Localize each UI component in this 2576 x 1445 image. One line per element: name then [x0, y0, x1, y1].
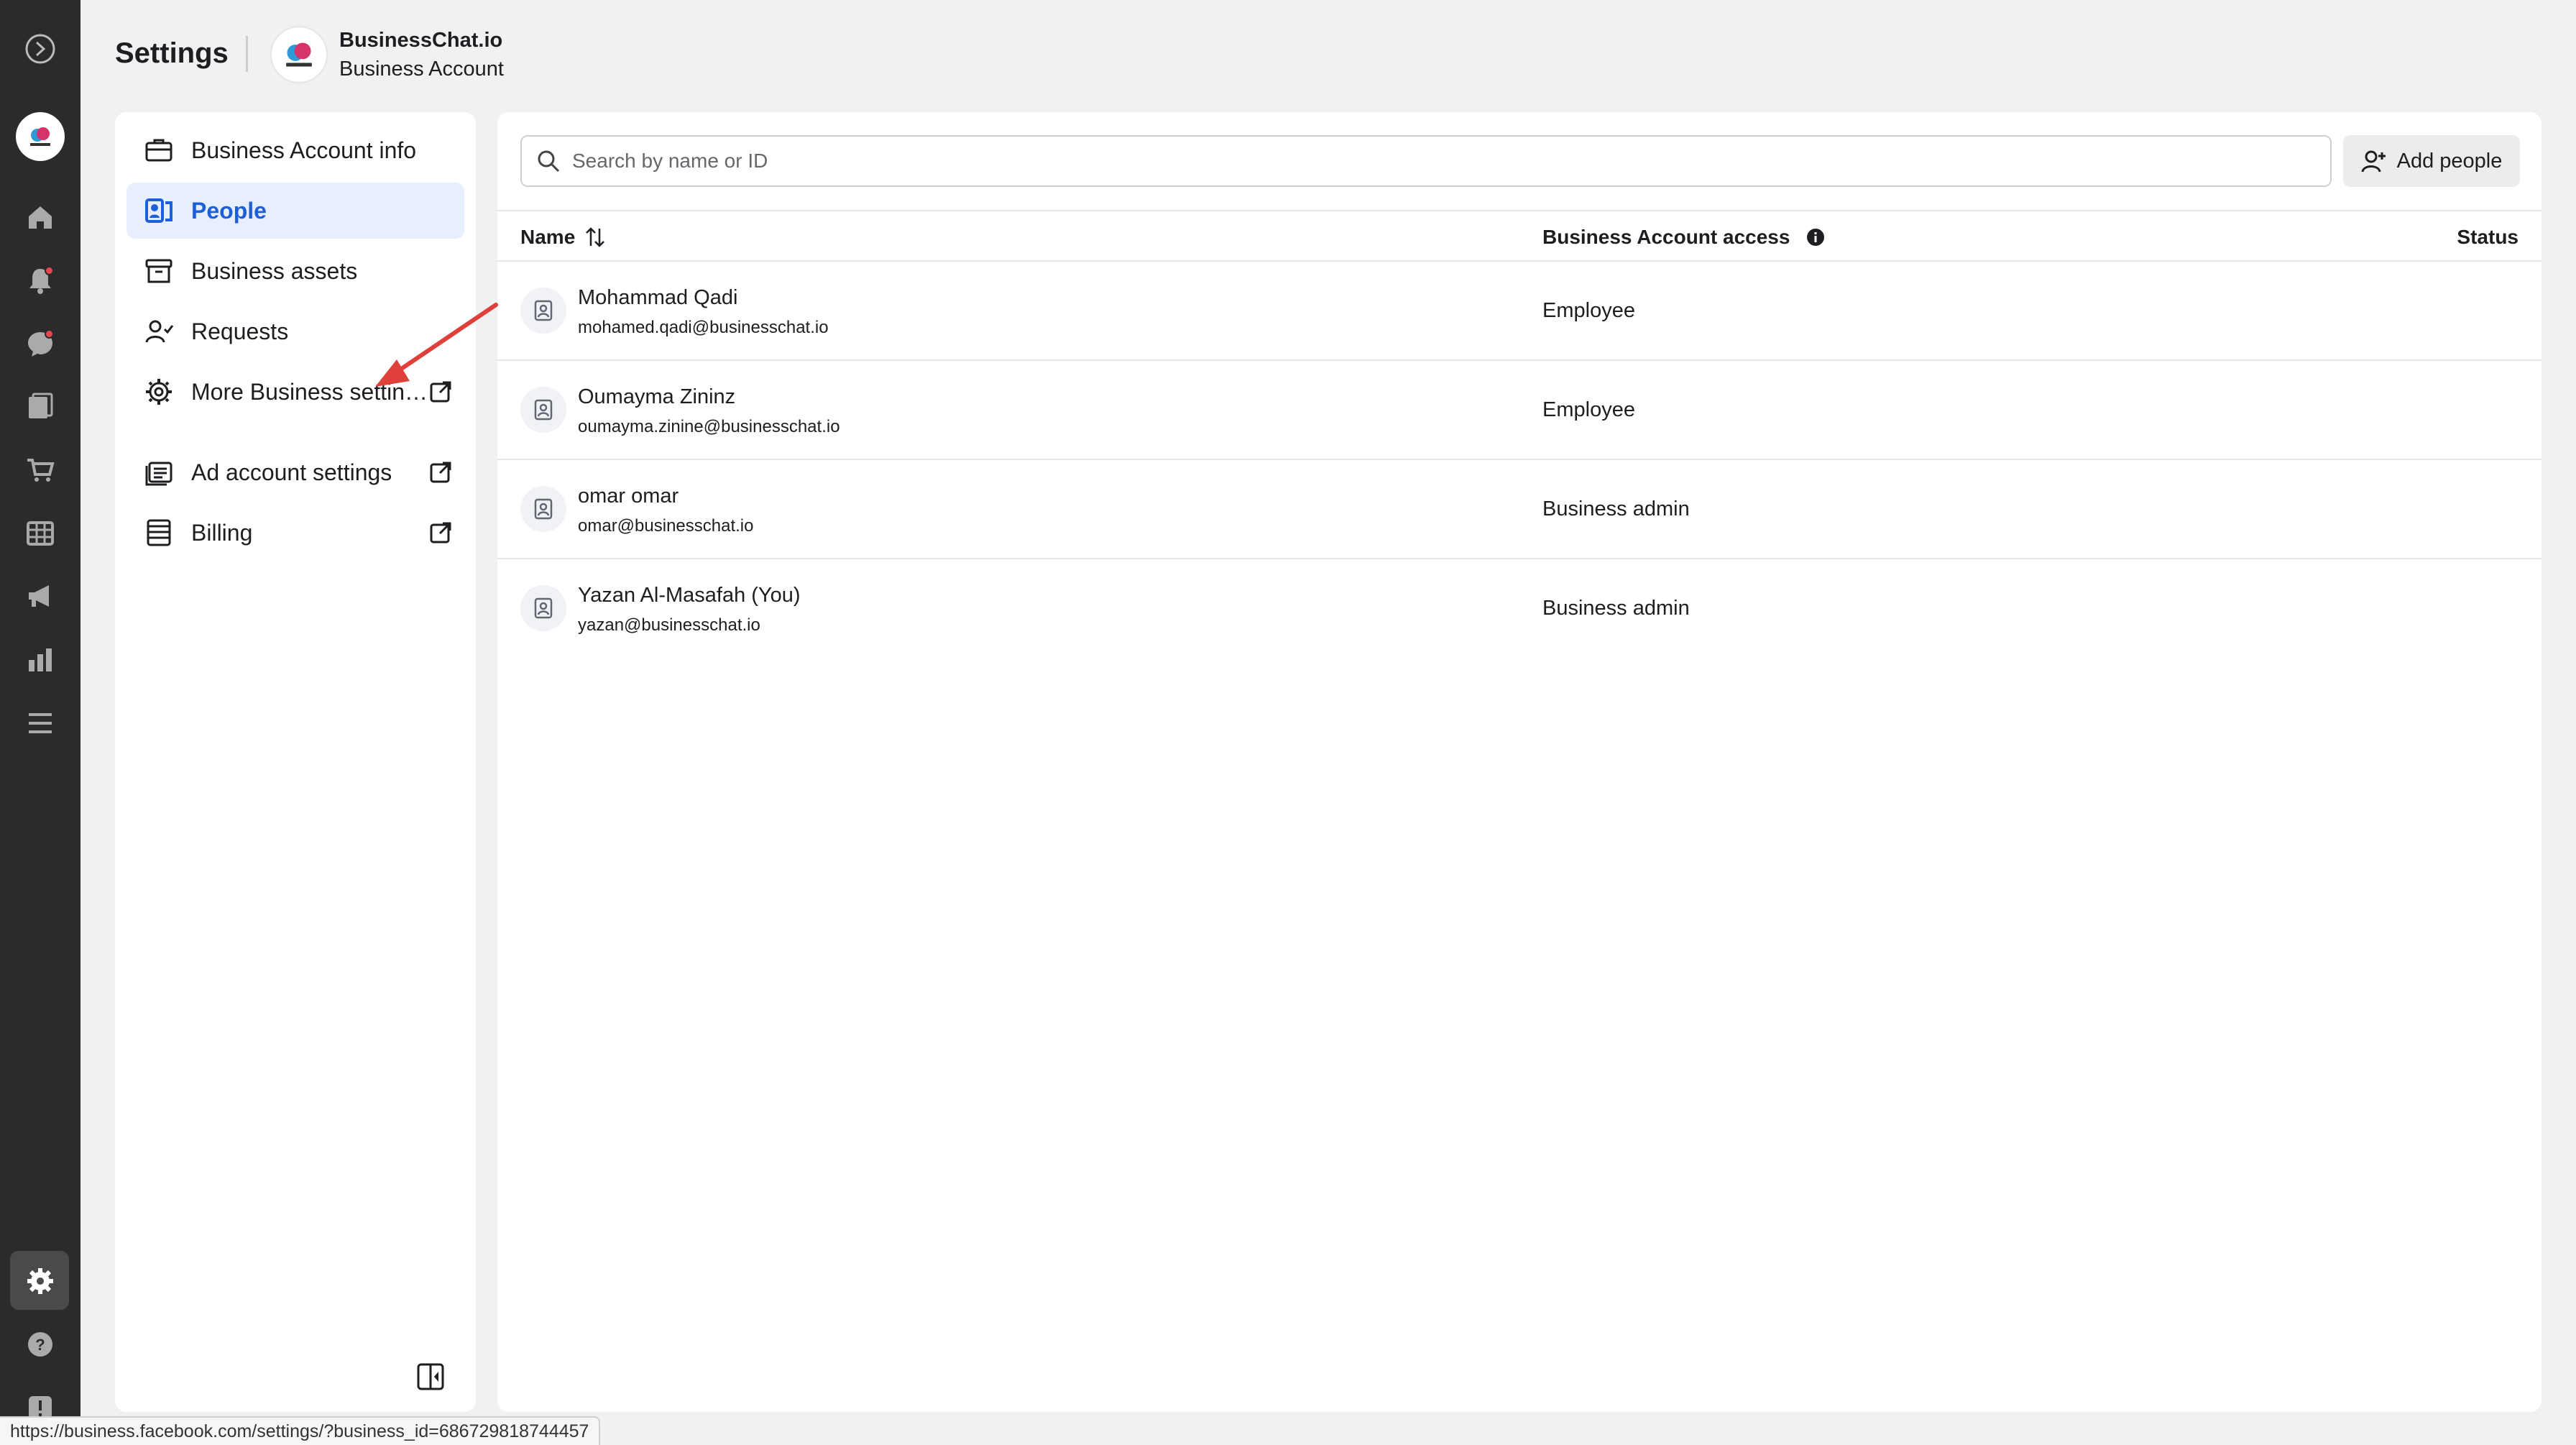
person-badge-icon	[520, 387, 566, 433]
person-access: Employee	[1542, 299, 1635, 322]
billing-stack-icon	[142, 516, 175, 549]
search-box[interactable]	[520, 135, 2332, 187]
table-row[interactable]: Mohammad Qadi mohamed.qadi@businesschat.…	[497, 262, 2542, 361]
home-icon[interactable]	[20, 197, 60, 237]
column-header-name[interactable]: Name	[520, 226, 607, 249]
inbox-chat-icon[interactable]	[20, 324, 60, 364]
meta-business-logo-icon[interactable]	[20, 29, 60, 69]
person-badge-icon	[520, 288, 566, 334]
external-link-icon	[430, 462, 451, 483]
person-check-icon	[142, 315, 175, 348]
person-name: Oumayma Zininz	[578, 385, 736, 408]
page-title: Settings	[115, 37, 229, 69]
archive-box-icon	[142, 254, 175, 288]
people-main-panel: Add people Name Business Account access …	[497, 112, 2542, 1412]
external-link-icon	[430, 381, 451, 403]
search-icon	[538, 150, 560, 173]
person-name: Mohammad Qadi	[578, 286, 738, 309]
person-access: Employee	[1542, 398, 1635, 421]
column-header-access: Business Account access	[1542, 226, 1826, 249]
ad-account-icon	[142, 456, 175, 489]
nav-item-ad-account-settings[interactable]: Ad account settings	[126, 444, 464, 500]
person-access: Business admin	[1542, 497, 1690, 520]
column-header-status: Status	[2457, 226, 2518, 248]
person-name: Yazan Al-Masafah (You)	[578, 584, 801, 607]
collapse-panel-icon[interactable]	[415, 1362, 446, 1392]
nav-item-more-business-settings[interactable]: More Business settin…	[126, 364, 464, 420]
person-email: omar@businesschat.io	[578, 516, 754, 536]
business-account-type: Business Account	[339, 58, 504, 81]
svg-text:?: ?	[35, 1336, 45, 1354]
insights-bar-chart-icon[interactable]	[20, 640, 60, 680]
settings-nav-panel: Business Account info People Business as…	[115, 112, 476, 1412]
add-people-button[interactable]: Add people	[2343, 135, 2520, 187]
help-icon[interactable]: ?	[20, 1324, 60, 1364]
app-rail: ?	[0, 0, 80, 1445]
table-row[interactable]: Yazan Al-Masafah (You) yazan@businesscha…	[497, 559, 2542, 659]
browser-status-url: https://business.facebook.com/settings/?…	[0, 1416, 601, 1445]
info-icon[interactable]	[1806, 227, 1826, 247]
person-badge-icon	[520, 486, 566, 532]
person-name: omar omar	[578, 485, 679, 508]
gear-icon	[142, 375, 175, 408]
business-account-name[interactable]: BusinessChat.io	[339, 29, 502, 52]
settings-gear-icon[interactable]	[20, 1261, 60, 1301]
table-row[interactable]: omar omar omar@businesschat.io Business …	[497, 460, 2542, 559]
header-divider	[246, 36, 248, 72]
commerce-cart-icon[interactable]	[20, 450, 60, 490]
person-email: oumayma.zinine@businesschat.io	[578, 417, 840, 436]
person-email: yazan@businesschat.io	[578, 615, 760, 635]
nav-item-billing[interactable]: Billing	[126, 505, 464, 561]
sort-icon[interactable]	[584, 226, 607, 249]
nav-item-business-assets[interactable]: Business assets	[126, 243, 464, 299]
nav-item-people[interactable]: People	[126, 183, 464, 239]
table-row[interactable]: Oumayma Zininz oumayma.zinine@businessch…	[497, 361, 2542, 460]
ads-megaphone-icon[interactable]	[20, 577, 60, 617]
content-pages-icon[interactable]	[20, 387, 60, 427]
inbox-dot	[45, 329, 54, 339]
external-link-icon	[430, 522, 451, 543]
briefcase-icon	[142, 134, 175, 167]
business-account-avatar[interactable]	[270, 26, 328, 83]
search-input[interactable]	[572, 150, 2330, 173]
nav-item-requests[interactable]: Requests	[126, 303, 464, 359]
business-avatar[interactable]	[16, 112, 65, 161]
notifications-bell-icon[interactable]	[20, 260, 60, 301]
nav-item-business-account-info[interactable]: Business Account info	[126, 122, 464, 178]
notification-dot	[45, 266, 54, 275]
person-email: mohamed.qadi@businesschat.io	[578, 318, 829, 337]
person-access: Business admin	[1542, 597, 1690, 620]
person-badge-icon	[520, 585, 566, 631]
planner-table-icon[interactable]	[20, 513, 60, 554]
table-header: Name Business Account access Status	[497, 210, 2542, 262]
all-tools-menu-icon[interactable]	[20, 703, 60, 743]
people-icon	[142, 194, 175, 227]
add-person-icon	[2361, 150, 2386, 173]
